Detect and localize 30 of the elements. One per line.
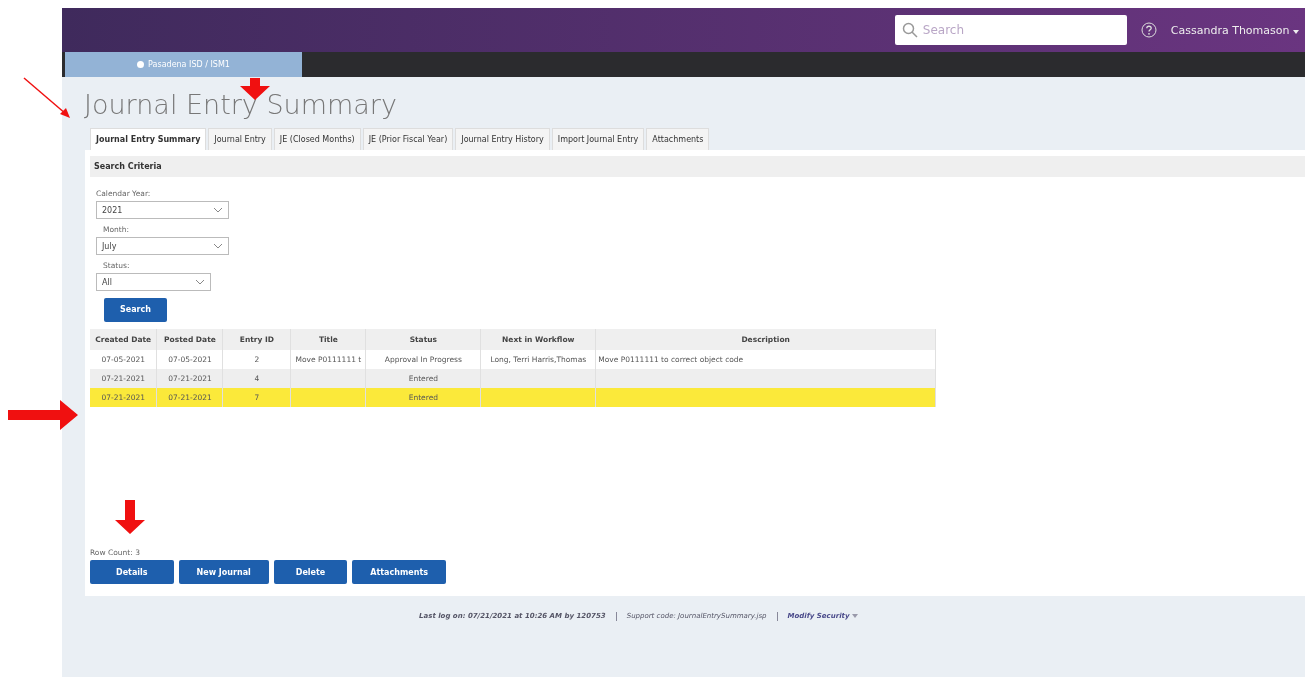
- annotation-arrow-icon: [115, 500, 145, 534]
- chevron-icon: [213, 207, 223, 213]
- action-button[interactable]: Delete: [273, 560, 348, 584]
- tab[interactable]: Journal Entry: [208, 128, 272, 150]
- search-button[interactable]: Search: [104, 297, 167, 322]
- location-label: Pasadena ISD / ISM1: [148, 60, 230, 69]
- help-icon[interactable]: [1140, 22, 1157, 38]
- action-button[interactable]: Attachments: [352, 560, 446, 584]
- globe-icon: [137, 61, 145, 68]
- tab[interactable]: Journal Entry History: [455, 128, 550, 150]
- tab[interactable]: Journal Entry Summary: [90, 128, 207, 150]
- dropdown[interactable]: July: [96, 237, 229, 255]
- section-header: Search Criteria: [90, 156, 1305, 177]
- search-field[interactable]: Search: [894, 15, 1127, 45]
- tab[interactable]: JE (Closed Months): [273, 128, 361, 150]
- caret-icon: [851, 614, 858, 618]
- dropdown[interactable]: 2021: [96, 201, 229, 219]
- tab[interactable]: Attachments: [646, 128, 710, 150]
- tab[interactable]: Import Journal Entry: [551, 128, 645, 150]
- page-title: Journal Entry Summary: [84, 89, 398, 120]
- chevron-icon: [195, 279, 205, 285]
- action-button[interactable]: Details: [90, 560, 174, 584]
- action-button[interactable]: New Journal: [178, 560, 269, 584]
- user-menu[interactable]: Cassandra Thomason: [1170, 23, 1299, 37]
- annotation-arrow-icon: [22, 76, 72, 120]
- chevron-icon: [213, 243, 223, 249]
- tab[interactable]: JE (Prior Fiscal Year): [362, 128, 454, 150]
- annotation-arrow-icon: [8, 400, 78, 430]
- dropdown[interactable]: All: [96, 273, 211, 291]
- caret-icon: [1293, 29, 1299, 34]
